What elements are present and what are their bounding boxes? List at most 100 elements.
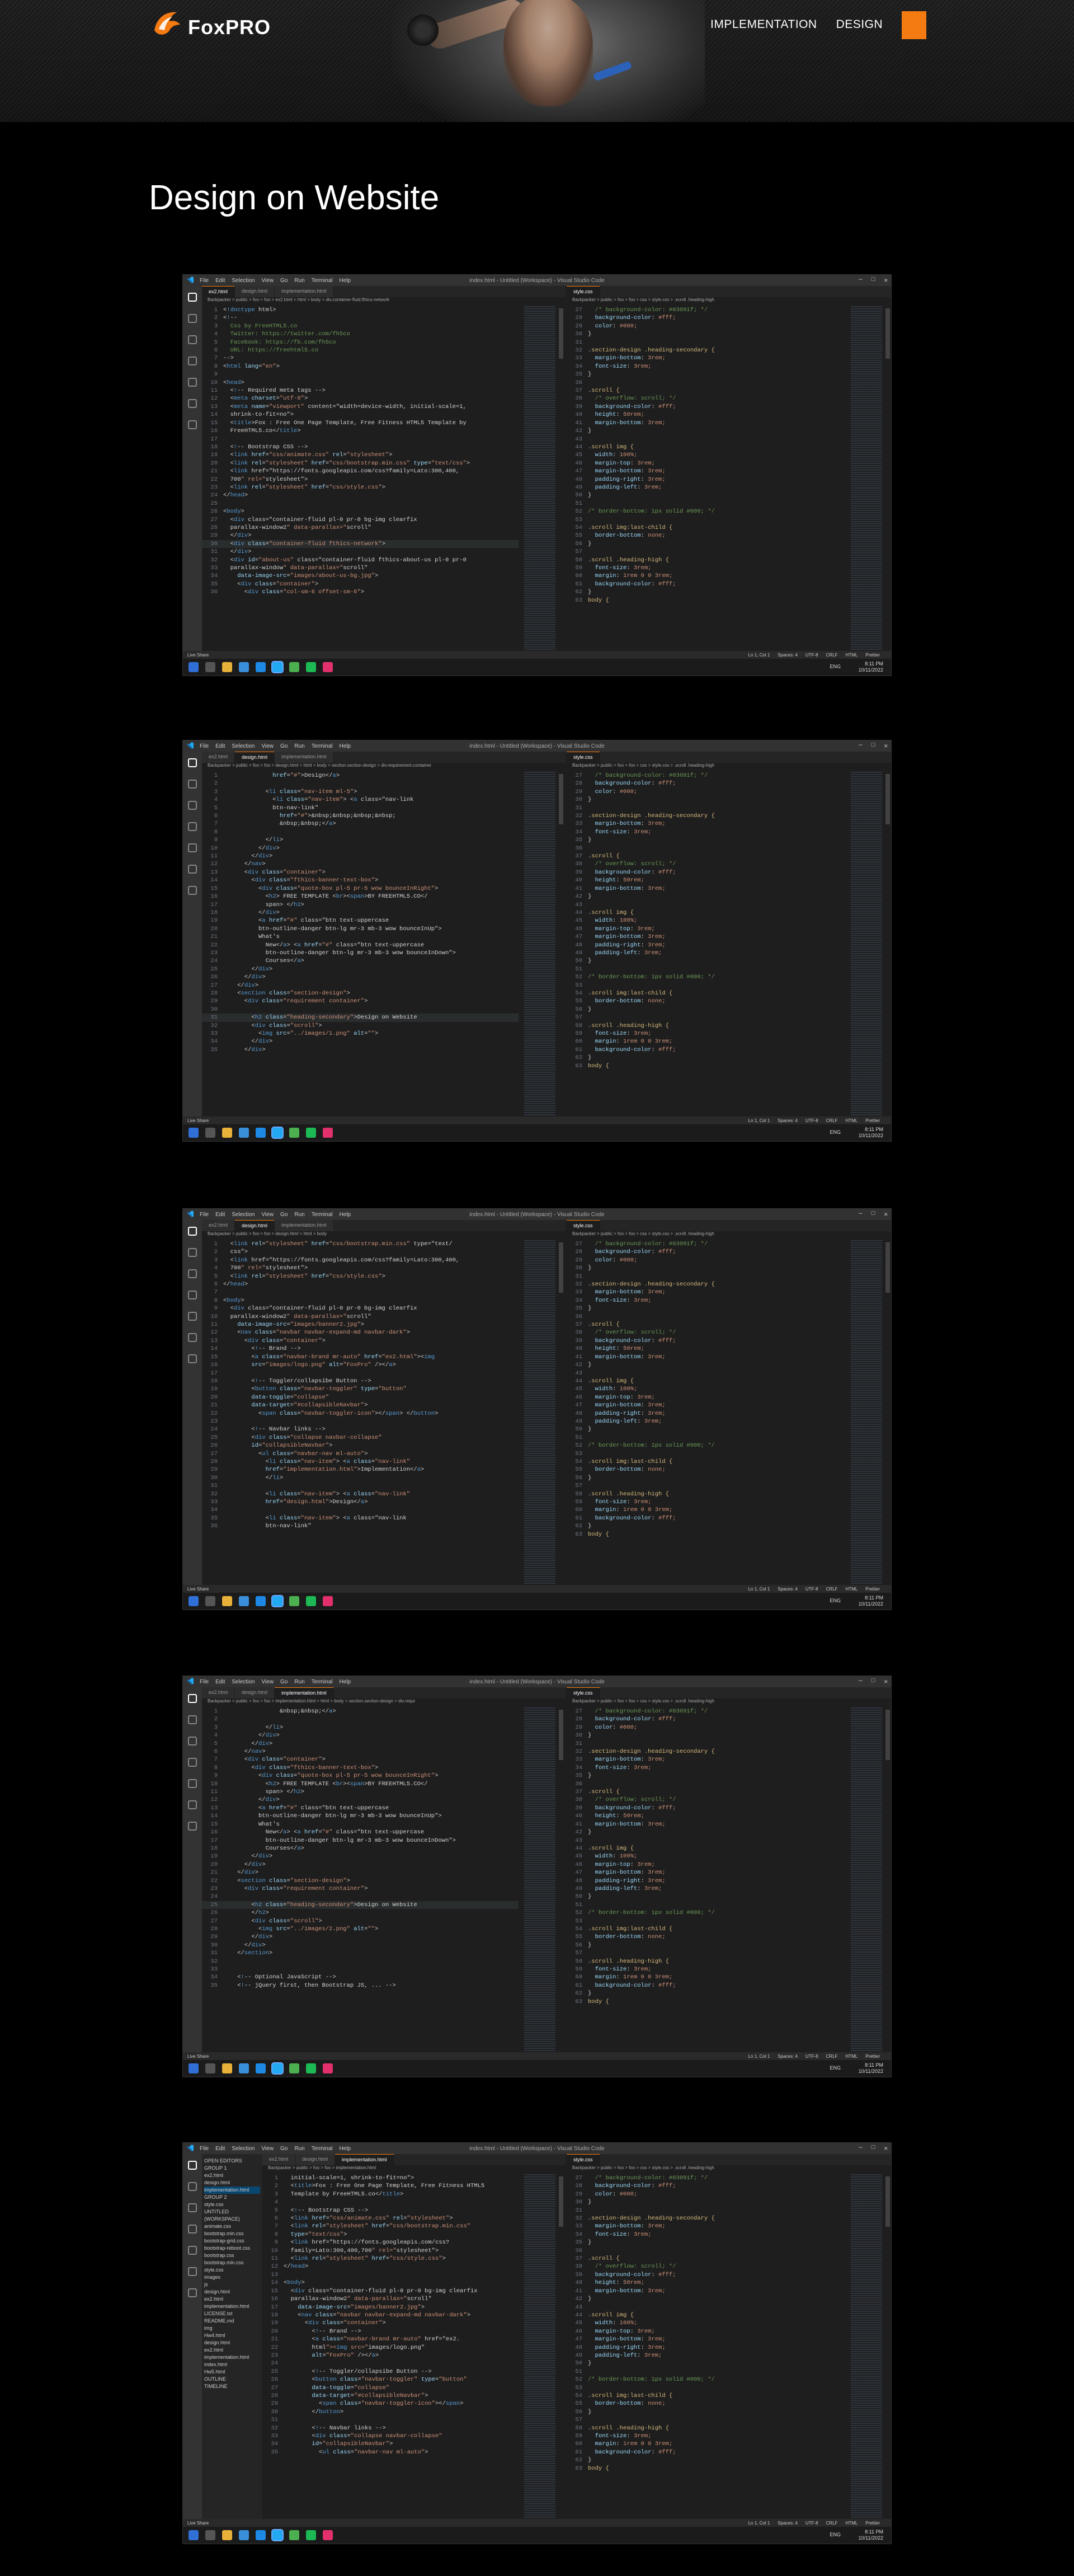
keyboard-language[interactable]: ENG: [830, 1129, 841, 1135]
explorer-item[interactable]: GROUP 1: [204, 2165, 260, 2172]
vscode-icon[interactable]: [271, 1127, 284, 1139]
menu-item[interactable]: Terminal: [312, 278, 333, 284]
minimize-icon[interactable]: —: [859, 1210, 863, 1218]
status-item[interactable]: UTF-8: [805, 653, 818, 658]
menu-item[interactable]: Terminal: [312, 2146, 333, 2152]
start-icon[interactable]: [189, 1596, 199, 1606]
explorer-item[interactable]: ex2.html: [204, 2347, 260, 2354]
status-item[interactable]: Spaces: 4: [778, 2521, 798, 2526]
run-debug-icon[interactable]: [188, 2225, 197, 2234]
edge-icon[interactable]: [256, 1128, 266, 1138]
status-item[interactable]: Spaces: 4: [778, 1587, 798, 1592]
search-icon[interactable]: [188, 1248, 197, 1257]
chrome-icon[interactable]: [289, 2063, 299, 2073]
edge-icon[interactable]: [256, 2063, 266, 2073]
run-debug-icon[interactable]: [188, 1291, 197, 1299]
minimap[interactable]: [851, 772, 882, 1125]
instagram-icon[interactable]: [323, 1596, 333, 1606]
explorer-item[interactable]: img: [204, 2325, 260, 2332]
source-control-icon[interactable]: [188, 801, 197, 810]
menu-item[interactable]: Edit: [215, 1679, 225, 1685]
store-icon[interactable]: [239, 2530, 249, 2540]
scrollbar[interactable]: [885, 308, 890, 359]
edge-icon[interactable]: [256, 2530, 266, 2540]
code-view[interactable]: 1 &nbsp;&nbsp;</a> 2 3 </li> 4 </div> 5 </di…: [202, 1707, 519, 2061]
menu-item[interactable]: Selection: [232, 743, 255, 749]
remote-icon[interactable]: [188, 1800, 197, 1809]
chrome-icon[interactable]: [289, 2530, 299, 2540]
instagram-icon[interactable]: [323, 2063, 333, 2073]
maximize-icon[interactable]: □: [872, 1678, 875, 1686]
source-control-icon[interactable]: [188, 335, 197, 344]
code-view[interactable]: 1 <link rel="stylesheet" href="css/boots…: [202, 1240, 519, 1594]
menu-item[interactable]: View: [262, 278, 274, 284]
instagram-icon[interactable]: [323, 1128, 333, 1138]
start-icon[interactable]: [189, 2063, 199, 2073]
live-share-icon[interactable]: [188, 1354, 197, 1363]
scrollbar[interactable]: [885, 1242, 890, 1293]
search-icon[interactable]: [205, 1128, 215, 1138]
spotify-icon[interactable]: [306, 1596, 316, 1606]
close-icon[interactable]: ✕: [884, 742, 888, 750]
code-view[interactable]: 1 href="#">Design</a> 2 3 <li class="nav-i…: [202, 772, 519, 1125]
menu-item[interactable]: Run: [294, 1679, 304, 1685]
status-item[interactable]: Prettier: [865, 2521, 880, 2526]
edge-icon[interactable]: [256, 662, 266, 672]
chrome-icon[interactable]: [289, 1596, 299, 1606]
status-item[interactable]: Ln 1, Col 1: [748, 2054, 770, 2059]
menu-item[interactable]: Go: [280, 278, 288, 284]
menu-item[interactable]: View: [262, 1212, 274, 1218]
start-icon[interactable]: [189, 2530, 199, 2540]
code-view[interactable]: 1 initial-scale=1, shrink-to-fit=no"> 2 <…: [262, 2174, 519, 2528]
code-view[interactable]: 27 /* background-color: #03091f; */ 28 ba…: [567, 306, 845, 660]
explorer-item[interactable]: style.css: [204, 2267, 260, 2274]
editor-tab[interactable]: style.css: [567, 1687, 600, 1698]
status-item[interactable]: CRLF: [826, 1587, 838, 1592]
editor-tab[interactable]: implementation.html: [335, 2154, 394, 2165]
remote-icon[interactable]: [188, 1333, 197, 1342]
extensions-icon[interactable]: [188, 2246, 197, 2255]
menu-item[interactable]: Edit: [215, 743, 225, 749]
file-explorer-icon[interactable]: [222, 2530, 232, 2540]
explorer-item[interactable]: README.md: [204, 2317, 260, 2325]
status-item[interactable]: Ln 1, Col 1: [748, 1118, 770, 1123]
explorer-item[interactable]: images: [204, 2274, 260, 2281]
status-item[interactable]: Live Share: [187, 653, 209, 658]
menu-item[interactable]: Terminal: [312, 1212, 333, 1218]
close-icon[interactable]: ✕: [884, 1678, 888, 1686]
search-icon[interactable]: [188, 314, 197, 323]
status-item[interactable]: UTF-8: [805, 1118, 818, 1123]
explorer-item[interactable]: ex2.html: [204, 2172, 260, 2179]
scrollbar[interactable]: [559, 774, 563, 824]
status-item[interactable]: Spaces: 4: [778, 2054, 798, 2059]
editor-tab[interactable]: implementation.html: [275, 286, 334, 297]
explorer-item[interactable]: OUTLINE: [204, 2376, 260, 2383]
menu-item[interactable]: Help: [340, 743, 351, 749]
minimap[interactable]: [524, 772, 555, 1125]
instagram-icon[interactable]: [323, 2530, 333, 2540]
scrollbar[interactable]: [885, 1710, 890, 1760]
status-item[interactable]: Spaces: 4: [778, 653, 798, 658]
menu-item[interactable]: Run: [294, 743, 304, 749]
keyboard-language[interactable]: ENG: [830, 664, 841, 669]
maximize-icon[interactable]: □: [872, 742, 875, 750]
extensions-icon[interactable]: [188, 378, 197, 387]
source-control-icon[interactable]: [188, 1269, 197, 1278]
source-control-icon[interactable]: [188, 1737, 197, 1746]
editor-tab[interactable]: design.html: [235, 1220, 275, 1231]
keyboard-language[interactable]: ENG: [830, 1598, 841, 1603]
editor-tab[interactable]: ex2.html: [202, 1220, 235, 1231]
status-item[interactable]: Ln 1, Col 1: [748, 653, 770, 658]
editor-tab[interactable]: ex2.html: [262, 2154, 296, 2165]
menu-item[interactable]: File: [200, 2146, 209, 2152]
minimap[interactable]: [524, 1707, 555, 2061]
menu-item[interactable]: Go: [280, 743, 288, 749]
editor-tab[interactable]: ex2.html: [202, 286, 235, 297]
taskbar-clock[interactable]: 8:11 PM 10/11/2022: [859, 661, 883, 673]
explorer-item[interactable]: design.html: [204, 2179, 260, 2186]
start-icon[interactable]: [189, 662, 199, 672]
explorer-icon[interactable]: [188, 1227, 197, 1236]
spotify-icon[interactable]: [306, 2063, 316, 2073]
menu-item[interactable]: Run: [294, 1212, 304, 1218]
scrollbar[interactable]: [559, 1710, 563, 1760]
